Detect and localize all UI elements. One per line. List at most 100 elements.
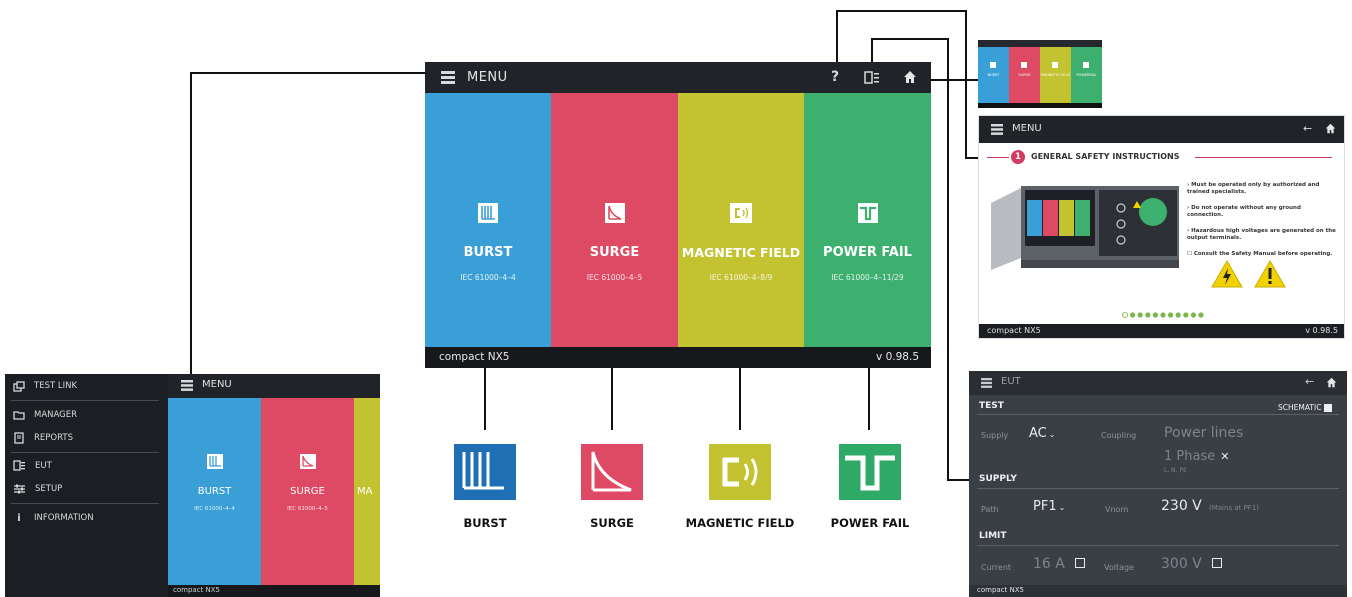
tile-magnetic-field-name: MAGNETIC FIELD [681, 245, 801, 260]
page-dot[interactable] [1168, 312, 1174, 318]
left-tiles: BURST IEC 61000–4–4 SURGE IEC 61000–4–5 … [168, 398, 380, 585]
page-dot[interactable] [1137, 312, 1143, 318]
coupling-label: Coupling [1101, 431, 1137, 440]
main-screen: MENU ? BURST IEC 61000–4–4 SURGE IEC 610… [425, 62, 931, 368]
eut-limit-section: LIMIT [979, 531, 1007, 541]
sidebar-item-information[interactable]: i INFORMATION [13, 508, 168, 528]
supply-select[interactable]: AC ⌄ [1029, 426, 1055, 441]
voltage-checkbox[interactable] [1212, 558, 1222, 568]
callout-surge: SURGE [577, 430, 647, 540]
callout-burst: BURST [450, 430, 520, 540]
coupling-value[interactable]: Power lines [1164, 425, 1243, 441]
page-dot[interactable] [1145, 312, 1151, 318]
setup-icon [13, 483, 26, 495]
report-icon [13, 432, 25, 444]
eut-icon[interactable] [864, 71, 880, 85]
tile-surge-name: SURGE [589, 245, 640, 260]
left-footer-brand: compact NX5 [173, 586, 220, 594]
menu-grid-icon[interactable] [991, 124, 1003, 135]
page-dots[interactable] [1121, 311, 1211, 319]
burst-icon [478, 203, 498, 223]
sidebar-item-manager[interactable]: MANAGER [13, 405, 168, 425]
sidebar-item-setup[interactable]: SETUP [13, 479, 168, 499]
page-dot[interactable] [1175, 312, 1181, 318]
sidebar-item-label: REPORTS [34, 433, 73, 443]
main-tiles: BURST IEC 61000–4–4 SURGE IEC 61000–4–5 … [425, 93, 931, 347]
vnom-value[interactable]: 230 V [1161, 498, 1202, 514]
home-icon[interactable] [1326, 377, 1337, 388]
back-arrow-icon[interactable]: ← [1303, 122, 1312, 135]
thumb-tile-power-fail[interactable]: POWERFAIL [1071, 47, 1102, 103]
menu-grid-icon[interactable] [181, 380, 193, 391]
eut-title: EUT [1001, 376, 1021, 387]
page-dot[interactable] [1122, 312, 1128, 318]
thumb-tile-surge[interactable]: SURGE [1009, 47, 1040, 103]
left-screen-footer: compact NX5 [168, 585, 380, 597]
safety-menu-label[interactable]: MENU [1012, 123, 1042, 134]
page-dot[interactable] [1130, 312, 1136, 318]
main-menu-label[interactable]: MENU [467, 70, 508, 85]
eut-divider [977, 545, 1339, 546]
sidebar-divider [11, 452, 159, 453]
page-dot[interactable] [1160, 312, 1166, 318]
sidebar-item-eut[interactable]: EUT [13, 456, 168, 476]
supply-value: AC [1029, 426, 1047, 441]
surge-icon [299, 454, 316, 469]
tile-burst-name: BURST [463, 245, 513, 260]
thumb-tile-label: POWERFAIL [1076, 73, 1097, 77]
main-footer-version: v 0.98.5 [876, 351, 919, 363]
callout-magnetic-field: MAGNETIC FIELD [680, 430, 800, 540]
high-voltage-warning-icon [1211, 260, 1243, 288]
sidebar-item-test-link[interactable]: TEST LINK [13, 376, 168, 396]
path-select[interactable]: PF1 ⌄ [1033, 499, 1065, 514]
caution-warning-icon [1254, 260, 1286, 288]
help-icon[interactable]: ? [831, 69, 839, 85]
home-icon[interactable] [1325, 123, 1336, 134]
callout-power-fail-icon [839, 444, 901, 500]
page-dot[interactable] [1183, 312, 1189, 318]
menu-grid-icon[interactable] [441, 71, 455, 84]
phase-sub: L, N, PE [1164, 467, 1187, 474]
diagram-stage: MENU ? BURST IEC 61000–4–4 SURGE IEC 610… [0, 0, 1352, 597]
thumb-tile-label: SURGE [1018, 73, 1031, 77]
left-screen-header: MENU [168, 374, 380, 398]
voltage-label: Voltage [1104, 563, 1135, 572]
tile-surge[interactable]: SURGE IEC 61000–4–5 [551, 93, 678, 347]
sidebar-item-label: MANAGER [34, 410, 78, 420]
connector-eut-h [871, 38, 949, 40]
eut-footer-brand: compact NX5 [977, 586, 1024, 594]
schematic-icon [1324, 403, 1333, 412]
tile-power-fail-name: POWER FAIL [823, 245, 912, 260]
tile-magnetic-field[interactable]: MA [354, 398, 380, 585]
phase-value[interactable]: 1 Phase ✕ [1164, 449, 1229, 464]
tile-magnetic-field[interactable]: MAGNETIC FIELD IEC 61000–4–8/9 [678, 93, 804, 347]
page-dot[interactable] [1152, 312, 1158, 318]
current-checkbox[interactable] [1075, 558, 1085, 568]
left-screen: TEST LINK MANAGER REPORTS EUT SETUP i IN… [5, 374, 380, 597]
link-icon [13, 380, 25, 392]
left-menu-label[interactable]: MENU [202, 379, 232, 390]
tile-magnetic-field-name: MA [357, 486, 373, 497]
thumb-tile-magnetic-field[interactable]: MAGNETIC FIELD [1040, 47, 1071, 103]
callout-surge-label: SURGE [590, 516, 634, 530]
menu-grid-icon[interactable] [981, 378, 992, 388]
tile-power-fail[interactable]: POWER FAIL IEC 61000–4–11/29 [804, 93, 931, 347]
main-footer-brand: compact NX5 [439, 351, 510, 363]
schematic-button[interactable]: SCHEMATIC [1278, 403, 1333, 412]
thumb-tile-burst[interactable]: BURST [978, 47, 1009, 103]
home-icon[interactable] [903, 70, 917, 84]
sidebar-item-reports[interactable]: REPORTS [13, 428, 168, 448]
page-dot[interactable] [1198, 312, 1204, 318]
page-dot[interactable] [1190, 312, 1196, 318]
back-arrow-icon[interactable]: ← [1305, 375, 1314, 388]
eut-supply-section: SUPPLY [979, 474, 1017, 484]
tile-burst[interactable]: BURST IEC 61000–4–4 [168, 398, 261, 585]
tile-surge[interactable]: SURGE IEC 61000–4–5 [261, 398, 354, 585]
callout-burst-icon [454, 444, 516, 500]
schematic-label: SCHEMATIC [1278, 403, 1322, 412]
tile-burst[interactable]: BURST IEC 61000–4–4 [425, 93, 551, 347]
safety-title-row: 1 GENERAL SAFETY INSTRUCTIONS [987, 149, 1332, 165]
safety-footer-version: v 0.98.5 [1305, 326, 1338, 335]
callout-power-fail: POWER FAIL [820, 430, 920, 540]
tile-power-fail-standard: IEC 61000–4–11/29 [831, 273, 904, 282]
